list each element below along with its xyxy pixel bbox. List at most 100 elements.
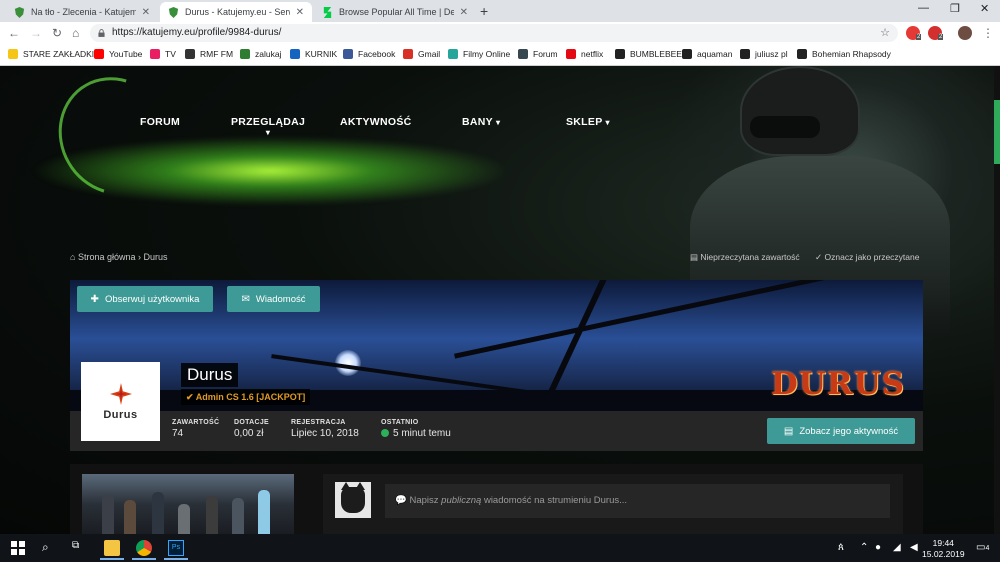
window-close-icon[interactable]: ✕ bbox=[980, 2, 989, 15]
tab-deviantart[interactable]: Browse Popular All Time | Devian ✕ bbox=[314, 2, 476, 22]
kurnik-icon bbox=[290, 49, 300, 59]
nav-forum[interactable]: FORUM bbox=[140, 116, 180, 128]
tab-title: Browse Popular All Time | Devian bbox=[339, 7, 454, 17]
cover-logo-text: DURUS bbox=[770, 366, 905, 402]
bookmark-item[interactable]: RMF FM bbox=[185, 49, 233, 59]
url-text: https://katujemy.eu/profile/9984-durus/ bbox=[112, 27, 282, 38]
bookmark-item[interactable]: Facebook bbox=[343, 49, 395, 59]
minimize-icon[interactable]: — bbox=[918, 2, 929, 14]
message-button[interactable]: ✉ Wiadomość bbox=[227, 286, 320, 312]
bookmark-item[interactable]: Gmail bbox=[403, 49, 440, 59]
nav-aktywnosc[interactable]: AKTYWNOŚĆ bbox=[340, 116, 412, 128]
chevron-up-icon[interactable]: ⌃ bbox=[860, 542, 868, 553]
cda-icon bbox=[682, 49, 692, 59]
mark-read-link[interactable]: ✓ Oznacz jako przeczytane bbox=[815, 252, 919, 263]
browser-tab-bar: Na tło - Zlecenia - Katujemy.eu ✕ Durus … bbox=[0, 0, 1000, 22]
cda-icon bbox=[740, 49, 750, 59]
volume-icon[interactable]: ◀ bbox=[910, 542, 918, 553]
close-icon[interactable]: ✕ bbox=[142, 7, 150, 18]
task-view-icon[interactable]: ⧉ bbox=[72, 540, 79, 551]
bookmark-item[interactable]: YouTube bbox=[94, 49, 142, 59]
bookmark-item[interactable]: juliusz pl bbox=[740, 49, 788, 59]
bookmark-item[interactable]: STARE ZAKŁADKI bbox=[8, 49, 94, 59]
comment-icon: 💬 bbox=[395, 495, 407, 506]
new-tab-button[interactable]: + bbox=[480, 3, 488, 19]
breadcrumb-current[interactable]: Durus bbox=[144, 252, 168, 262]
avatar[interactable]: Durus bbox=[81, 362, 160, 441]
system-clock[interactable]: 19:44 15.02.2019 bbox=[922, 538, 965, 560]
maximize-icon[interactable]: ❐ bbox=[950, 2, 960, 15]
gmail-icon bbox=[403, 49, 413, 59]
bookmark-item[interactable]: aquaman bbox=[682, 49, 732, 59]
windows-start-icon[interactable] bbox=[10, 540, 26, 556]
follow-user-button[interactable]: ✚ Obserwuj użytkownika bbox=[77, 286, 213, 312]
windows-taskbar: ⌕ ⧉ Ps ጰ ⌃ ● ◢ ◀ 19:44 15.02.2019 ▭4 bbox=[0, 534, 1000, 562]
network-icon[interactable]: ◢ bbox=[893, 542, 901, 553]
steam-icon[interactable]: ● bbox=[875, 542, 881, 553]
bookmark-item[interactable]: Forum bbox=[518, 49, 558, 59]
photoshop-icon[interactable]: Ps bbox=[168, 540, 184, 556]
people-icon[interactable]: ጰ bbox=[838, 542, 844, 553]
bookmark-item[interactable]: TV bbox=[150, 49, 176, 59]
film-icon bbox=[448, 49, 458, 59]
layers-icon: ▤ bbox=[690, 252, 699, 262]
back-arrow-icon[interactable]: ← bbox=[8, 26, 20, 40]
bookmark-item[interactable]: zalukaj bbox=[240, 49, 281, 59]
cda-icon bbox=[615, 49, 625, 59]
status-update-input[interactable]: 💬 Napisz publiczną wiadomość na strumien… bbox=[385, 484, 890, 518]
bookmarks-bar: STARE ZAKŁADKI YouTube TV RMF FM zalukaj… bbox=[0, 44, 1000, 66]
add-user-icon: ✚ bbox=[90, 293, 99, 305]
wrench-icon: ✔ bbox=[186, 392, 194, 402]
page-content: FORUM PRZEGLĄDAJ ▾ AKTYWNOŚĆ BANY ▾ SKLEP… bbox=[0, 66, 1000, 534]
bookmark-item[interactable]: netflix bbox=[566, 49, 603, 59]
scrollbar-thumb[interactable] bbox=[994, 100, 1000, 164]
tab-zlecenia[interactable]: Na tło - Zlecenia - Katujemy.eu ✕ bbox=[6, 2, 158, 22]
chrome-icon[interactable] bbox=[136, 540, 152, 556]
bookmark-item[interactable]: KURNIK bbox=[290, 49, 337, 59]
cda-icon bbox=[797, 49, 807, 59]
stat-last-seen: OSTATNIO 5 minut temu bbox=[381, 419, 451, 439]
search-icon[interactable]: ⌕ bbox=[42, 540, 49, 555]
bookmark-item[interactable]: BUMBLEBEE bbox=[615, 49, 682, 59]
breadcrumb: ⌂ Strona główna › Durus bbox=[70, 252, 168, 262]
file-explorer-icon[interactable] bbox=[104, 540, 120, 556]
address-bar[interactable]: https://katujemy.eu/profile/9984-durus/ … bbox=[90, 24, 898, 42]
close-icon[interactable]: ✕ bbox=[460, 7, 468, 18]
bookmark-item[interactable]: Filmy Online bbox=[448, 49, 510, 59]
reload-icon[interactable]: ↻ bbox=[52, 26, 62, 40]
forum-icon bbox=[518, 49, 528, 59]
close-icon[interactable]: ✕ bbox=[296, 7, 304, 18]
extension-badge: 2 bbox=[916, 34, 922, 40]
menu-dots-icon[interactable]: ⋮ bbox=[982, 26, 994, 40]
home-icon[interactable]: ⌂ bbox=[72, 26, 79, 40]
stat-content: ZAWARTOŚĆ 74 bbox=[172, 419, 220, 439]
netflix-icon bbox=[566, 49, 576, 59]
profile-avatar-icon[interactable] bbox=[958, 26, 972, 40]
bookmark-star-icon[interactable]: ☆ bbox=[880, 24, 890, 42]
star-icon bbox=[240, 49, 250, 59]
nav-sklep[interactable]: SKLEP ▾ bbox=[566, 116, 610, 128]
tab-title: Durus - Katujemy.eu - Serwery C bbox=[185, 7, 290, 17]
unread-content-link[interactable]: ▤ Nieprzeczytana zawartość bbox=[690, 252, 800, 263]
tab-durus[interactable]: Durus - Katujemy.eu - Serwery C ✕ bbox=[160, 2, 312, 22]
tv-icon bbox=[150, 49, 160, 59]
envelope-icon: ✉ bbox=[241, 293, 250, 305]
radio-icon bbox=[185, 49, 195, 59]
header-art bbox=[30, 136, 510, 206]
view-activity-button[interactable]: ▤ Zobacz jego aktywność bbox=[767, 418, 915, 444]
breadcrumb-separator: › bbox=[138, 252, 142, 262]
bookmark-item[interactable]: Bohemian Rhapsody bbox=[797, 49, 891, 59]
deviantart-favicon-icon bbox=[323, 6, 332, 18]
breadcrumb-home[interactable]: Strona główna bbox=[78, 252, 136, 262]
star-logo-icon bbox=[109, 382, 132, 405]
notifications-icon[interactable]: ▭4 bbox=[976, 542, 989, 553]
forward-arrow-icon[interactable]: → bbox=[30, 26, 42, 40]
commenter-avatar bbox=[335, 482, 371, 518]
nav-przegladaj[interactable]: PRZEGLĄDAJ ▾ bbox=[231, 116, 305, 137]
chevron-down-icon: ▾ bbox=[265, 128, 271, 137]
shield-favicon-icon bbox=[168, 6, 179, 18]
video-thumbnail[interactable] bbox=[82, 474, 294, 534]
home-icon: ⌂ bbox=[70, 252, 76, 262]
nav-bany[interactable]: BANY ▾ bbox=[462, 116, 500, 128]
tab-title: Na tło - Zlecenia - Katujemy.eu bbox=[31, 7, 136, 17]
